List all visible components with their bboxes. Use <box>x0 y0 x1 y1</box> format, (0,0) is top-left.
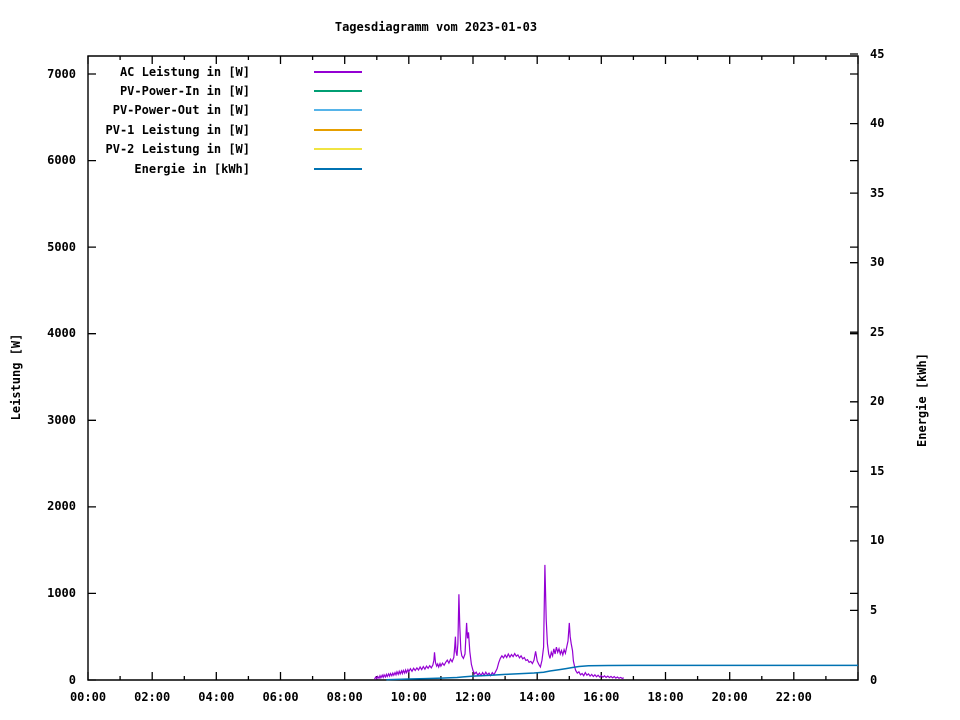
x-tick-label: 14:00 <box>519 690 556 704</box>
y2-tick-label: 40 <box>870 116 885 131</box>
ac-power-line <box>373 564 625 681</box>
chart-title: Tagesdiagramm vom 2023-01-03 <box>334 20 538 34</box>
legend-item: AC Leistung in [W] <box>88 64 362 79</box>
legend-label: PV-1 Leistung in [W] <box>105 122 251 137</box>
legend-line-sample <box>314 128 362 131</box>
y2-tick-label: 35 <box>870 185 885 200</box>
x-tick-label: 06:00 <box>262 690 299 704</box>
y-tick-label: 3000 <box>47 412 76 427</box>
x-tick-label: 20:00 <box>711 690 748 704</box>
legend-item: PV-Power-In in [W] <box>88 83 362 98</box>
y2-tick-label: 5 <box>870 602 878 617</box>
y-tick-label: 1000 <box>47 585 76 600</box>
energy-line <box>386 664 858 681</box>
legend-label: AC Leistung in [W] <box>119 64 250 79</box>
x-tick-label: 12:00 <box>454 690 492 704</box>
x-tick-label: 18:00 <box>647 690 684 704</box>
x-tick-label: 08:00 <box>326 690 363 704</box>
y2-tick-label: 10 <box>870 533 885 548</box>
x-tick-label: 02:00 <box>134 690 171 704</box>
legend-line-sample <box>314 167 362 170</box>
y-tick-label: 2000 <box>47 499 76 514</box>
x-tick-label: 10:00 <box>390 690 427 704</box>
y-tick-label: 6000 <box>47 153 76 168</box>
y-axis-title: Leistung [W] <box>9 333 23 421</box>
y2-tick-label: 20 <box>870 394 885 409</box>
legend-line-sample <box>314 89 362 92</box>
x-tick-label: 22:00 <box>775 690 812 704</box>
legend-item: PV-Power-Out in [W] <box>88 103 362 118</box>
legend-label: PV-Power-Out in [W] <box>112 103 250 118</box>
legend-label: PV-2 Leistung in [W] <box>105 142 251 157</box>
x-tick-label: 04:00 <box>198 690 235 704</box>
y2-tick-label: 45 <box>870 46 885 61</box>
x-tick-label: 00:00 <box>69 690 107 704</box>
legend-item: PV-1 Leistung in [W] <box>88 122 362 137</box>
y-tick-label: 7000 <box>47 66 76 81</box>
legend-line-sample <box>314 70 362 73</box>
y2-tick-label: 25 <box>870 324 885 339</box>
y-tick-label: 5000 <box>47 239 76 254</box>
legend-label: Energie in [kWh] <box>134 161 250 176</box>
legend-line-sample <box>314 109 362 112</box>
y-tick-label: 0 <box>68 672 76 687</box>
legend-label: PV-Power-In in [W] <box>119 83 250 98</box>
y2-tick-label: 0 <box>870 672 878 687</box>
y-tick-label: 4000 <box>47 326 76 341</box>
y2-tick-label: 15 <box>870 463 885 478</box>
x-tick-label: 16:00 <box>583 690 620 704</box>
legend-item: PV-2 Leistung in [W] <box>88 142 362 157</box>
y2-tick-label: 30 <box>870 255 885 270</box>
daily-pv-chart: Tagesdiagramm vom 2023-01-03 Leistung [W… <box>0 0 960 720</box>
legend-item: Energie in [kWh] <box>88 161 362 176</box>
data-series-group <box>373 564 858 681</box>
legend-line-sample <box>314 148 362 151</box>
